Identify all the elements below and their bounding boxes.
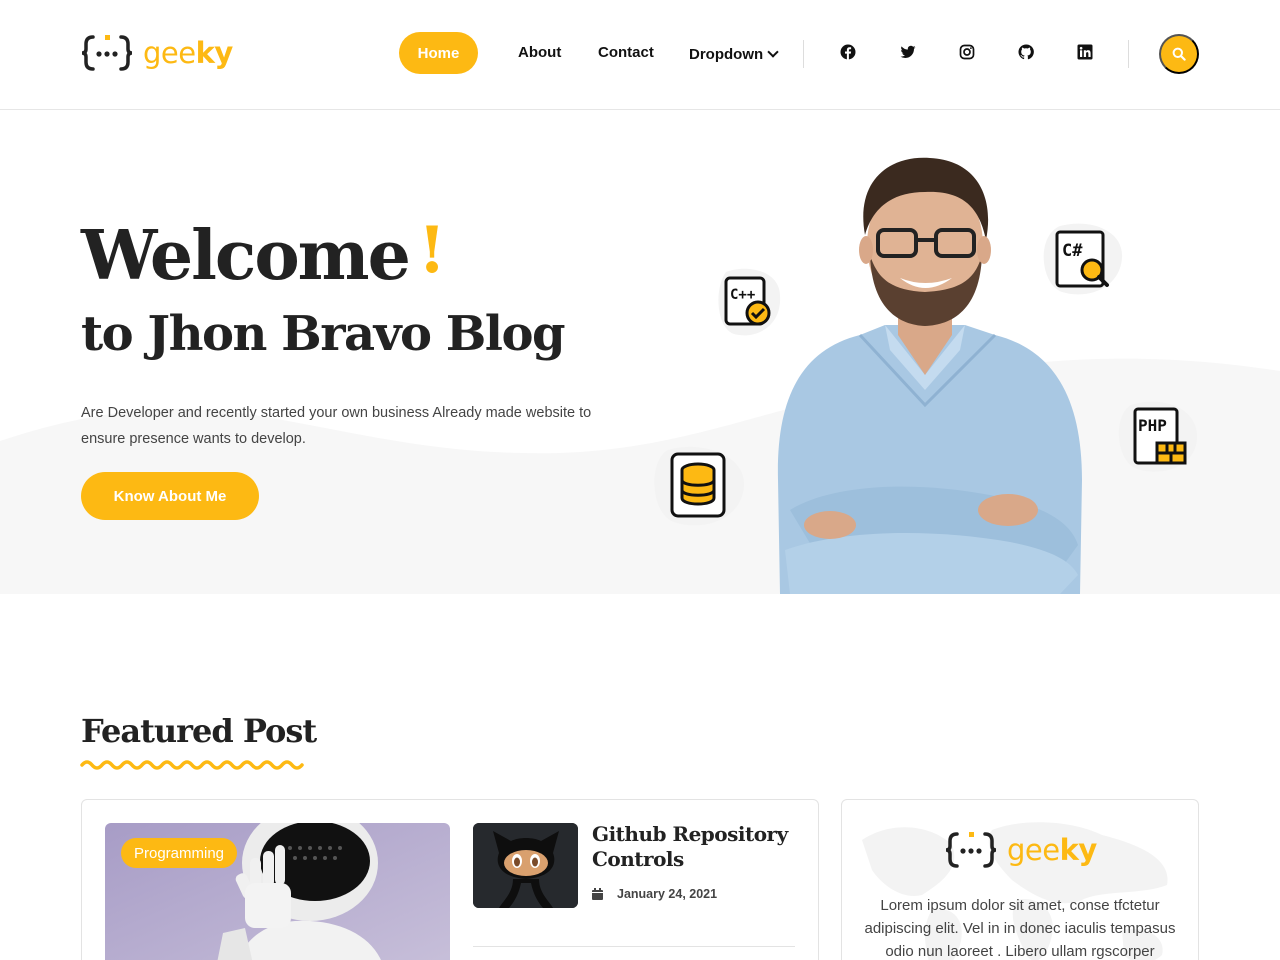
svg-text:C++: C++: [730, 287, 755, 303]
calendar-icon: [592, 888, 603, 900]
svg-text:C#: C#: [1062, 241, 1083, 261]
csharp-badge-icon: C#: [1043, 223, 1123, 295]
github-post-thumbnail[interactable]: [473, 823, 578, 908]
chevron-down-icon: [767, 46, 779, 58]
nav-divider: [803, 40, 804, 68]
know-about-me-button[interactable]: Know About Me: [81, 472, 259, 520]
nav-home[interactable]: Home: [399, 32, 478, 74]
linkedin-icon[interactable]: [1077, 44, 1093, 60]
search-icon: [1172, 47, 1186, 61]
search-button[interactable]: [1159, 34, 1199, 74]
github-post-title[interactable]: Github Repository Controls: [592, 822, 802, 872]
nav-dropdown[interactable]: Dropdown: [689, 46, 779, 63]
site-logo[interactable]: geeky: [81, 33, 233, 73]
nav-dropdown-label: Dropdown: [689, 46, 764, 63]
main-nav: Home About Contact Dropdown: [399, 32, 779, 74]
github-icon[interactable]: [1018, 44, 1034, 60]
hero-title: Welcome: [81, 216, 411, 296]
php-badge-icon: PHP: [1118, 401, 1198, 472]
site-header: geeky Home About Contact Dropdown: [0, 0, 1280, 110]
nav-contact[interactable]: Contact: [598, 44, 654, 61]
logo-brace-icon: [81, 35, 133, 71]
logo-text: geeky: [143, 35, 233, 70]
post-divider: [473, 946, 795, 947]
hero-subtitle: to Jhon Bravo Blog: [81, 306, 566, 362]
svg-text:PHP: PHP: [1138, 416, 1167, 435]
category-tag[interactable]: Programming: [121, 838, 238, 868]
database-badge-icon: [654, 446, 745, 526]
featured-post-heading: Featured Post: [81, 712, 317, 750]
instagram-icon[interactable]: [959, 44, 975, 60]
post-date: January 24, 2021: [592, 887, 717, 901]
hero-title-exclaim: !: [418, 213, 447, 288]
heading-squiggle-decoration: [80, 760, 304, 770]
facebook-icon[interactable]: [840, 44, 856, 60]
about-widget-text: Lorem ipsum dolor sit amet, conse tfctet…: [864, 897, 1176, 960]
post-date-text: January 24, 2021: [617, 887, 718, 901]
logo-brace-icon: [945, 832, 997, 868]
twitter-icon[interactable]: [900, 44, 916, 60]
cpp-badge-icon: C++: [718, 268, 781, 336]
octocat-image: [473, 823, 578, 908]
hero-description: Are Developer and recently started your …: [81, 405, 592, 447]
about-widget-logo: geeky: [945, 830, 1097, 870]
nav-about[interactable]: About: [518, 44, 561, 61]
nav-divider: [1128, 40, 1129, 68]
about-widget-logo-text: geeky: [1007, 832, 1097, 867]
hero-person-image: [777, 157, 1082, 594]
